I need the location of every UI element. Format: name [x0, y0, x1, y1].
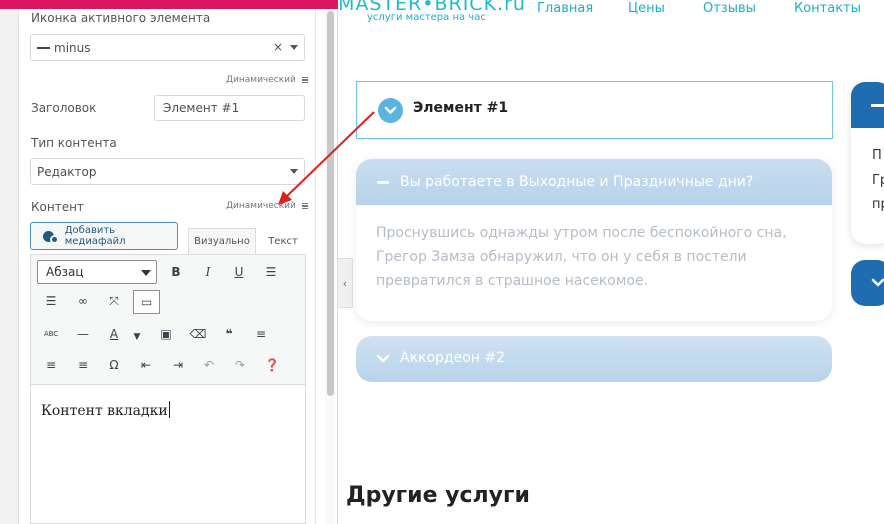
annotation-arrow [278, 111, 375, 205]
